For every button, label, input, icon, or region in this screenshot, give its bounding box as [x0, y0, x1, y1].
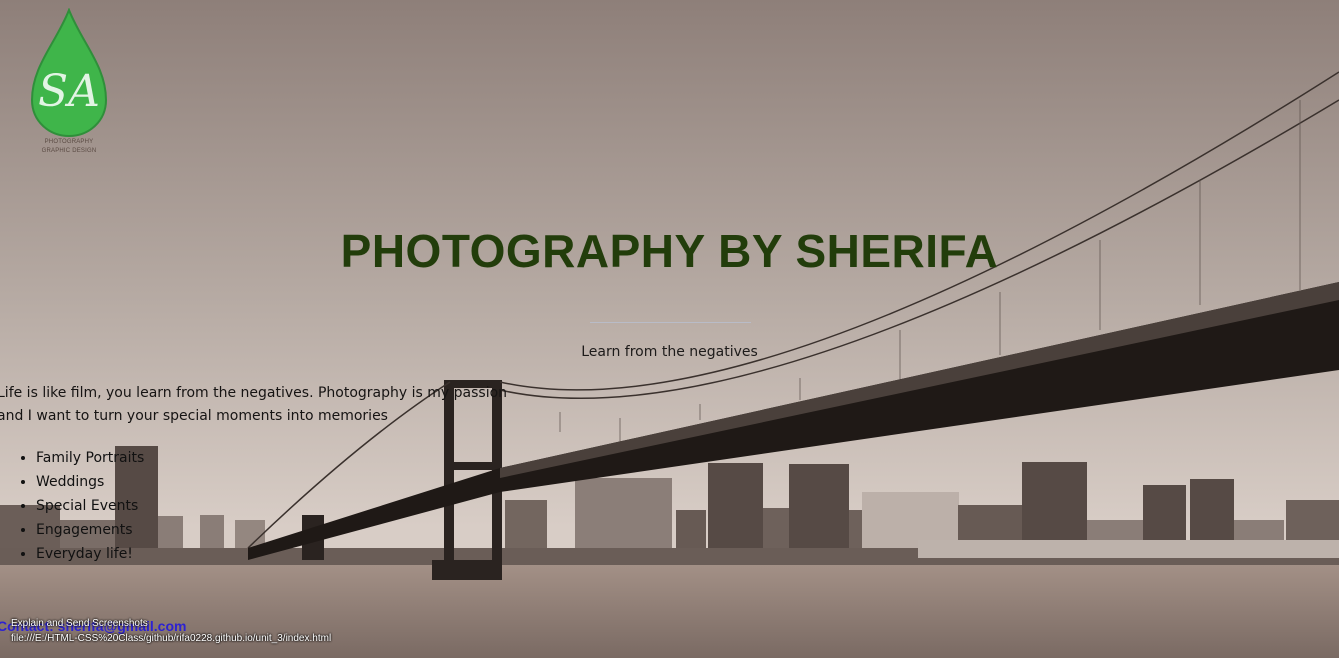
svg-text:SA: SA — [38, 66, 100, 117]
title-divider — [590, 322, 751, 323]
list-item: Everyday life! — [36, 542, 144, 566]
logo-caption-graphic-design: GRAPHIC DESIGN — [41, 148, 97, 154]
screenshot-tool-label[interactable]: Explain and Send Screenshots — [11, 618, 148, 629]
tagline: Learn from the negatives — [581, 344, 758, 360]
intro-paragraph: Life is like film, you learn from the ne… — [0, 382, 517, 428]
list-item: Special Events — [36, 494, 144, 518]
intro-line: and I want to turn your special moments … — [0, 408, 388, 424]
intro-line: Life is like film, you learn from the ne… — [0, 385, 508, 401]
page-title: PHOTOGRAPHY BY SHERIFA — [340, 225, 999, 277]
logo-caption-photography: PHOTOGRAPHY — [44, 139, 94, 145]
services-list: Family Portraits Weddings Special Events… — [0, 446, 144, 566]
browser-status-url: file:///E:/HTML-CSS%20Class/github/rifa0… — [11, 633, 332, 644]
list-item: Engagements — [36, 518, 144, 542]
bridge-background-photo — [0, 0, 1339, 658]
logo-drop-icon[interactable]: SA — [26, 8, 112, 158]
list-item: Weddings — [36, 470, 144, 494]
list-item: Family Portraits — [36, 446, 144, 470]
